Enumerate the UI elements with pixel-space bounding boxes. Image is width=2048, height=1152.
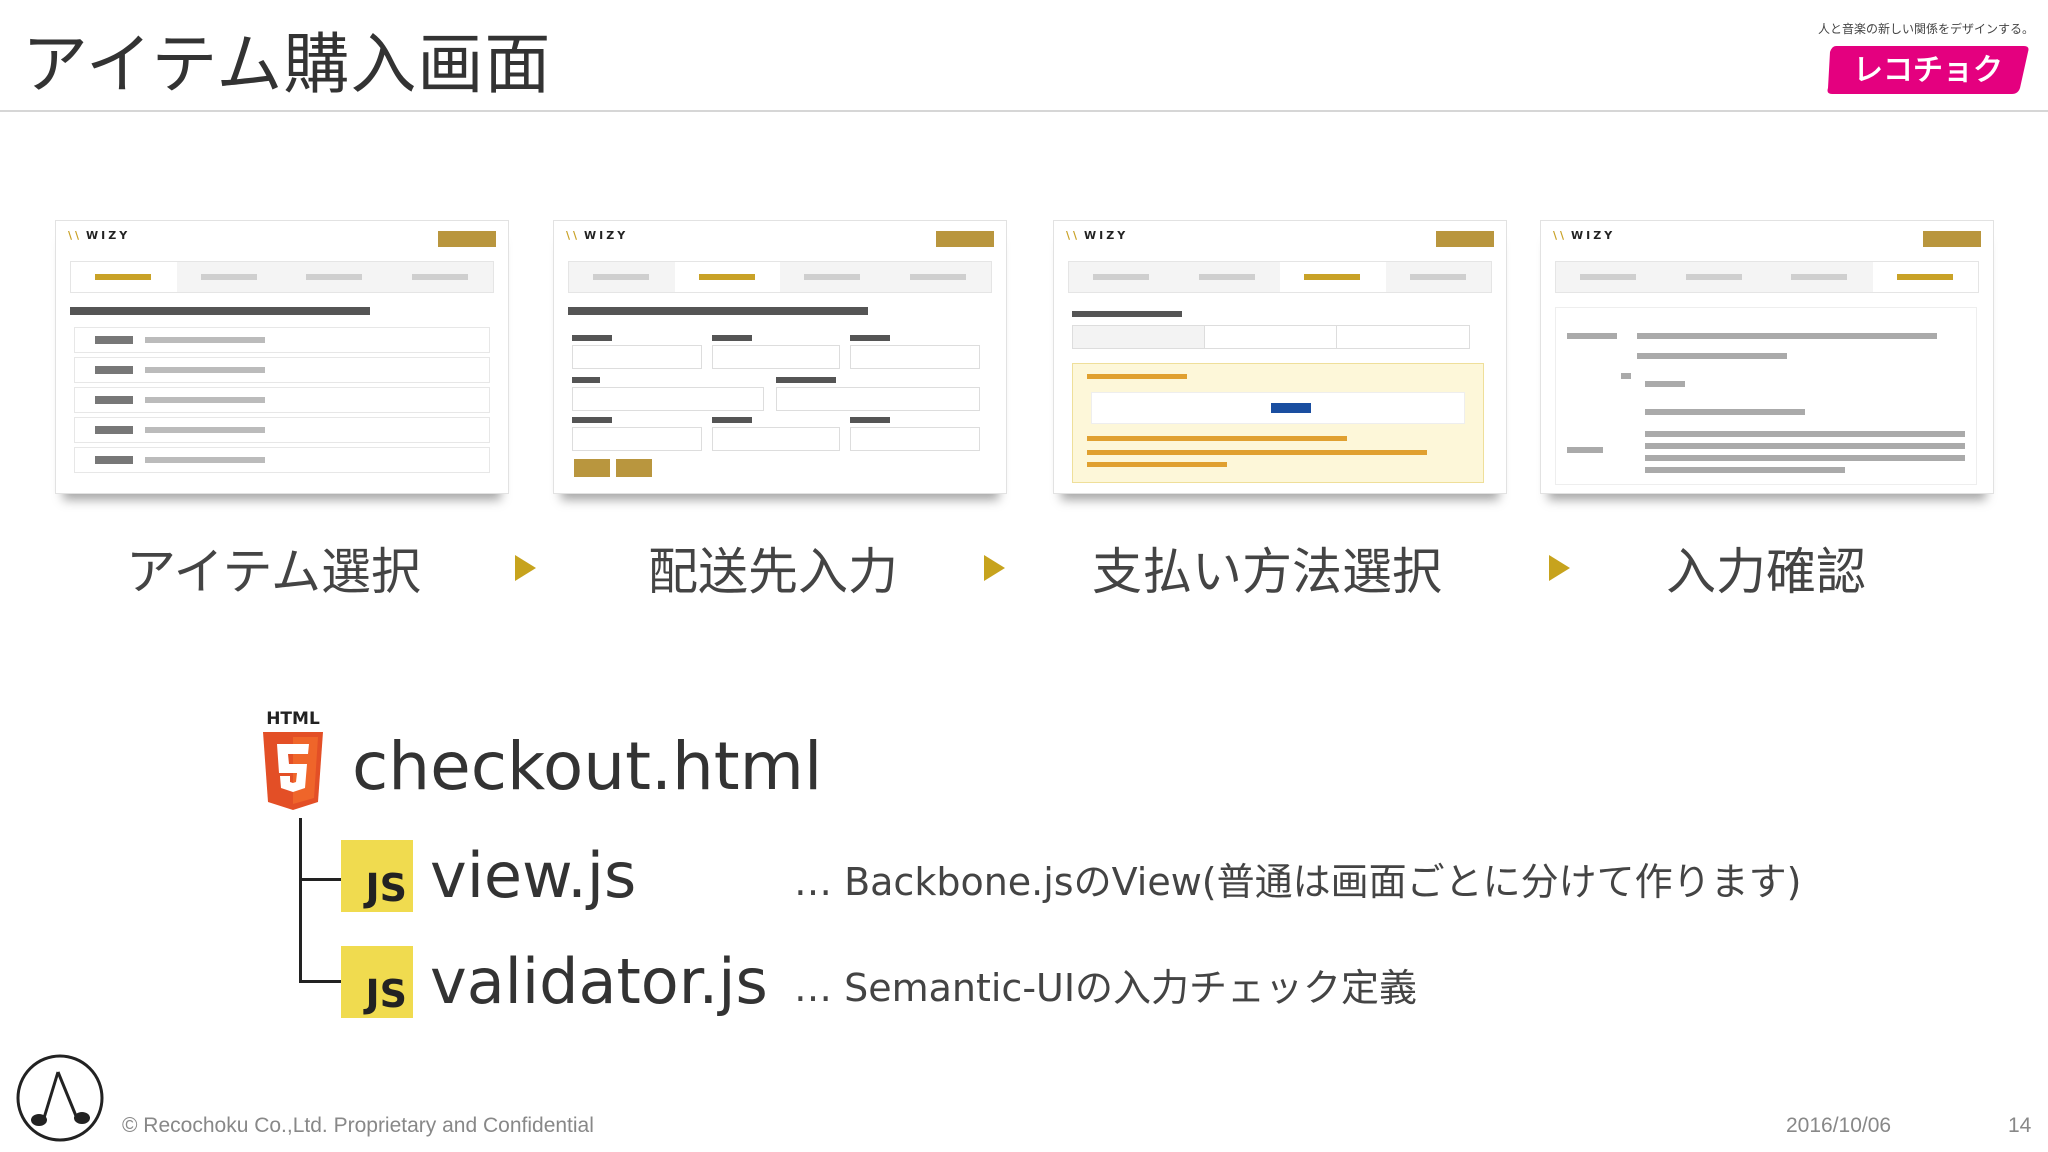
footer-copyright: © Recochoku Co.,Ltd. Proprietary and Con… [122,1114,594,1137]
file-note-view-js: … Backbone.jsのView(普通は画面ごとに分けて作ります) [794,860,1802,904]
step-label-payment: 支払い方法選択 [1092,543,1442,601]
tree-vertical-line [299,818,302,982]
javascript-icon: JS [341,946,413,1018]
logo-text: レコチョク [1853,53,2003,88]
tree-branch-line [299,878,343,881]
step-screenshot-item-select: \\ WIZY [55,220,509,494]
recochoku-logo: レコチョク [1827,46,2029,94]
step-screenshot-payment: \\ WIZY [1053,220,1507,494]
file-name-validator-js: validator.js [430,945,768,1018]
js-badge-text: JS [365,866,407,910]
file-name-view-js: view.js [430,839,637,912]
footer-date: 2016/10/06 [1786,1114,1892,1137]
file-name-checkout-html: checkout.html [352,728,823,805]
html5-badge-text: HTML [266,709,320,729]
js-badge-text: JS [365,972,407,1016]
company-tagline: 人と音楽の新しい関係をデザインする。 [1817,22,2034,36]
step-label-shipping: 配送先入力 [648,543,898,601]
step-arrow-icon [515,555,536,581]
page-title: アイテム購入画面 [22,26,552,103]
music-note-logo-icon [16,1054,104,1142]
step-label-item-select: アイテム選択 [126,543,421,601]
step-arrow-icon [1549,555,1570,581]
tree-branch-line [299,980,343,983]
javascript-icon: JS [341,840,413,912]
page-number: 14 [2008,1114,2032,1137]
step-screenshot-shipping: \\ WIZY [553,220,1007,494]
file-note-validator-js: … Semantic-UIの入力チェック定義 [794,966,1418,1010]
step-label-confirm: 入力確認 [1666,543,1866,601]
header-divider [0,110,2048,112]
step-arrow-icon [984,555,1005,581]
step-screenshot-confirm: \\ WIZY [1540,220,1994,494]
html5-icon: HTML [263,709,323,810]
